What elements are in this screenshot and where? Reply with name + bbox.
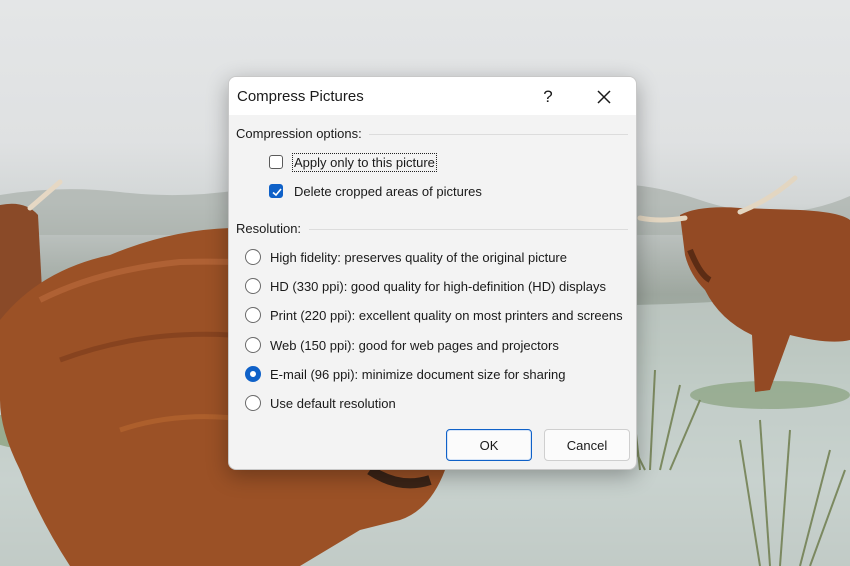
help-button[interactable]: ? (528, 81, 568, 113)
radio-email-96ppi[interactable]: E-mail (96 ppi): minimize document size … (245, 363, 566, 385)
ok-button[interactable]: OK (446, 429, 532, 461)
radio-default-resolution[interactable]: Use default resolution (245, 392, 396, 414)
checkbox-box (269, 155, 283, 169)
checkbox-label: Apply only to this picture (292, 152, 437, 172)
close-button[interactable] (584, 81, 624, 113)
resolution-separator (309, 229, 628, 230)
radio-web-150ppi[interactable]: Web (150 ppi): good for web pages and pr… (245, 334, 559, 356)
compress-pictures-dialog: Compress Pictures ? Compression options:… (228, 76, 637, 470)
radio-circle (245, 395, 261, 411)
dialog-title: Compress Pictures (237, 88, 364, 105)
radio-label: Print (220 ppi): excellent quality on mo… (270, 307, 623, 323)
checkbox-box-checked (269, 184, 283, 198)
radio-circle (245, 249, 261, 265)
radio-hd-330ppi[interactable]: HD (330 ppi): good quality for high-defi… (245, 275, 606, 297)
radio-label: HD (330 ppi): good quality for high-defi… (270, 278, 606, 294)
checkmark-icon (272, 188, 282, 197)
radio-label: High fidelity: preserves quality of the … (270, 249, 567, 265)
radio-circle (245, 278, 261, 294)
radio-circle (245, 337, 261, 353)
help-icon: ? (543, 87, 553, 106)
radio-label: Web (150 ppi): good for web pages and pr… (270, 337, 559, 353)
radio-circle-selected (245, 366, 261, 382)
resolution-label: Resolution: (236, 221, 302, 236)
radio-high-fidelity[interactable]: High fidelity: preserves quality of the … (245, 246, 567, 268)
compression-separator (369, 134, 628, 135)
delete-cropped-areas-checkbox[interactable]: Delete cropped areas of pictures (269, 180, 483, 202)
cancel-button[interactable]: Cancel (544, 429, 630, 461)
radio-label: Use default resolution (270, 395, 396, 411)
close-icon (597, 90, 611, 104)
checkbox-label: Delete cropped areas of pictures (294, 183, 482, 199)
radio-circle (245, 307, 261, 323)
compression-options-label: Compression options: (236, 126, 362, 141)
radio-label: E-mail (96 ppi): minimize document size … (270, 366, 566, 382)
title-bar: Compress Pictures ? (229, 77, 636, 115)
apply-only-this-picture-checkbox[interactable]: Apply only to this picture (269, 151, 437, 173)
radio-print-220ppi[interactable]: Print (220 ppi): excellent quality on mo… (245, 304, 623, 326)
